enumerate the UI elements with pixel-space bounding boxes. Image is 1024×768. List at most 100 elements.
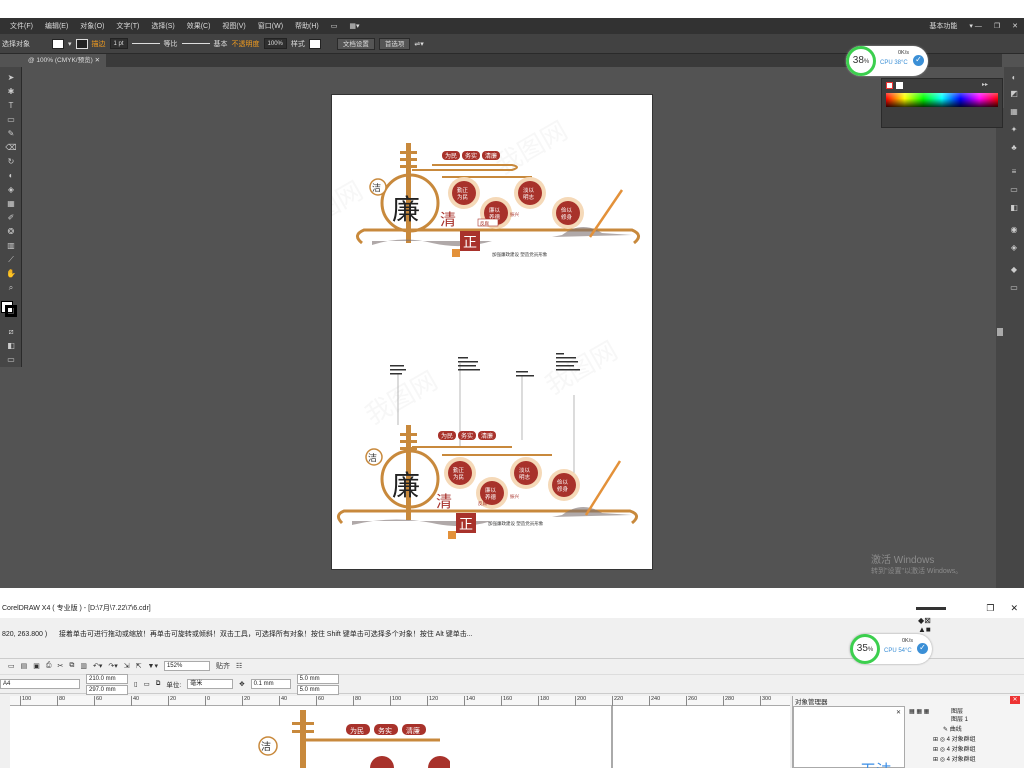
type-tool-icon[interactable]: T	[5, 101, 17, 111]
opacity-field[interactable]: 100%	[263, 38, 287, 49]
graphic-styles-icon[interactable]: ◈	[1008, 243, 1020, 253]
rectangle-tool-icon[interactable]: ▭	[5, 115, 17, 125]
cpu-monitor-widget[interactable]: 38% 0K/s CPU 38°C ✓	[846, 46, 928, 76]
units-select[interactable]: 毫米	[187, 679, 234, 689]
warp-tool-icon[interactable]: ◐	[5, 171, 17, 181]
color-palette-icon[interactable]: ◆⊠ ▲■	[918, 616, 940, 634]
arrange-docs-icon[interactable]: ▦▾	[343, 22, 365, 30]
import-icon[interactable]: ⇲	[124, 662, 130, 670]
symbols-icon[interactable]: ♣	[1008, 143, 1020, 153]
nudge-distance-field[interactable]: 0.1 mm	[250, 679, 291, 689]
menu-view[interactable]: 视图(V)	[216, 21, 251, 31]
brush-label[interactable]: 基本	[214, 39, 228, 49]
page-height-field[interactable]: 297.0 mm	[86, 684, 128, 695]
paste-icon[interactable]: ▥	[80, 662, 87, 670]
duplicate-y-field[interactable]: 5.0 mm	[296, 684, 339, 695]
mesh-tool-icon[interactable]: ▦	[5, 199, 17, 209]
panel-menu-icon[interactable]: ⇌▾	[414, 40, 423, 48]
document-setup-button[interactable]: 文档设置	[336, 37, 375, 50]
layers-icon[interactable]: ◆	[1008, 265, 1020, 275]
fill-swatch[interactable]	[52, 38, 64, 49]
menu-file[interactable]: 文件(F)	[4, 21, 39, 31]
stroke-label[interactable]: 描边	[92, 39, 106, 49]
menu-select[interactable]: 选择(S)	[145, 21, 180, 31]
gradient-panel-icon[interactable]: ▭	[1008, 185, 1020, 195]
vertical-scrollbar[interactable]	[996, 108, 1004, 588]
docker-close-icon[interactable]: ✕	[1010, 696, 1020, 704]
bridge-icon[interactable]: ▭	[325, 22, 344, 30]
save-icon[interactable]: ▣	[33, 662, 40, 670]
zoom-level-field[interactable]: 152%	[163, 660, 210, 671]
menu-object[interactable]: 对象(O)	[74, 21, 110, 31]
object-item[interactable]: ✎ 曲线	[943, 724, 962, 733]
export-icon[interactable]: ⇱	[136, 662, 142, 670]
cut-icon[interactable]: ✂	[57, 662, 63, 670]
layer-item[interactable]: 图层 1	[951, 714, 968, 723]
opacity-label[interactable]: 不透明度	[232, 39, 260, 49]
white-swatch[interactable]	[896, 82, 903, 89]
copy-icon[interactable]: ⧉	[69, 662, 74, 670]
tab-close-icon[interactable]: ✕	[95, 57, 100, 64]
restore-icon[interactable]: ❐	[988, 22, 1006, 30]
horizontal-ruler[interactable]: 100 80 60 40 20 0 20 40 60 80 100 120 14…	[10, 696, 790, 706]
undo-icon[interactable]: ↶▾	[93, 662, 102, 670]
menu-window[interactable]: 窗口(W)	[252, 21, 289, 31]
workspace-switcher[interactable]: 基本功能	[923, 21, 963, 31]
new-icon[interactable]: ▭	[8, 662, 15, 670]
direct-selection-tool-icon[interactable]: ✱	[5, 87, 17, 97]
snap-options-icon[interactable]: ☷	[236, 662, 242, 670]
graphic-style-swatch[interactable]	[308, 38, 321, 49]
hand-tool-icon[interactable]: ✋	[5, 269, 17, 279]
layer-header-icon[interactable]: ▦ ▦ ▦	[909, 708, 929, 715]
scrollbar-thumb[interactable]	[997, 328, 1003, 336]
selection-tool-icon[interactable]: ➤	[5, 73, 17, 83]
brushes-icon[interactable]: ✦	[1008, 125, 1020, 135]
artboard[interactable]: 我图网 我图网 我图网 我图网 洁 廉 清 正 为民 务实 清廉 勤正 为民 廉…	[331, 94, 653, 570]
duplicate-x-field[interactable]: 5.0 mm	[296, 673, 339, 684]
launcher-icon[interactable]: ▼▾	[148, 662, 158, 670]
print-icon[interactable]: ⎙	[46, 662, 52, 670]
all-pages-icon[interactable]: ⧉	[156, 680, 161, 688]
graph-tool-icon[interactable]: ▥	[5, 241, 17, 251]
menu-type[interactable]: 文字(T)	[110, 21, 145, 31]
object-item[interactable]: ⊞ ◎ 4 对象群组	[933, 754, 976, 763]
panel-menu-icon[interactable]: ▸▸	[982, 81, 988, 88]
preferences-button[interactable]: 首选项	[378, 37, 411, 50]
close-icon[interactable]: ✕	[1010, 603, 1018, 614]
rotate-tool-icon[interactable]: ↻	[5, 157, 17, 167]
page-width-field[interactable]: 210.0 mm	[86, 673, 128, 684]
artboards-icon[interactable]: ▭	[1008, 283, 1020, 293]
none-swatch-icon[interactable]	[886, 82, 893, 89]
stroke-swatch[interactable]	[75, 38, 88, 49]
coreldraw-canvas[interactable]: 洁 为民 务实 清廉	[10, 706, 790, 768]
close-icon[interactable]: ✕	[1006, 22, 1024, 30]
appearance-icon[interactable]: ◉	[1008, 225, 1020, 235]
boost-icon[interactable]: ✓	[917, 643, 928, 654]
minimize-icon[interactable]: ▾ —	[963, 22, 987, 30]
menu-edit[interactable]: 编辑(E)	[39, 21, 74, 31]
menu-help[interactable]: 帮助(H)	[289, 21, 325, 31]
screen-mode-icon[interactable]: ▭	[5, 355, 17, 365]
redo-icon[interactable]: ↷▾	[108, 662, 117, 670]
cpu-monitor-widget-bottom[interactable]: 35% 0K/s CPU 54°C ✓	[850, 634, 932, 664]
snap-label[interactable]: 贴齐	[216, 661, 230, 671]
slice-tool-icon[interactable]: ⟋	[5, 255, 17, 265]
stroke-weight-field[interactable]: 1 pt	[109, 38, 128, 49]
document-tab[interactable]: @ 100% (CMYK/预览) ✕	[22, 54, 107, 67]
object-item[interactable]: ⊞ ◎ 4 对象群组	[933, 734, 976, 743]
landscape-icon[interactable]: ▭	[144, 680, 150, 688]
stroke-panel-icon[interactable]: ≡	[1008, 167, 1020, 177]
eraser-tool-icon[interactable]: ⌫	[5, 143, 17, 153]
eyedropper-tool-icon[interactable]: ✐	[5, 213, 17, 223]
transparency-icon[interactable]: ◧	[1008, 203, 1020, 213]
color-guide-icon[interactable]: ◩	[1008, 89, 1020, 99]
swatches-icon[interactable]: ▦	[1008, 107, 1020, 117]
menu-effect[interactable]: 效果(C)	[181, 21, 217, 31]
profile-label[interactable]: 等比	[164, 39, 178, 49]
minimize-icon[interactable]	[916, 606, 947, 610]
open-icon[interactable]: ▤	[21, 662, 28, 670]
pane-close-icon[interactable]: ✕	[896, 709, 901, 716]
portrait-icon[interactable]: ▯	[134, 680, 138, 688]
brush-definition[interactable]	[181, 43, 210, 44]
paper-size-select[interactable]: A4	[0, 679, 80, 689]
